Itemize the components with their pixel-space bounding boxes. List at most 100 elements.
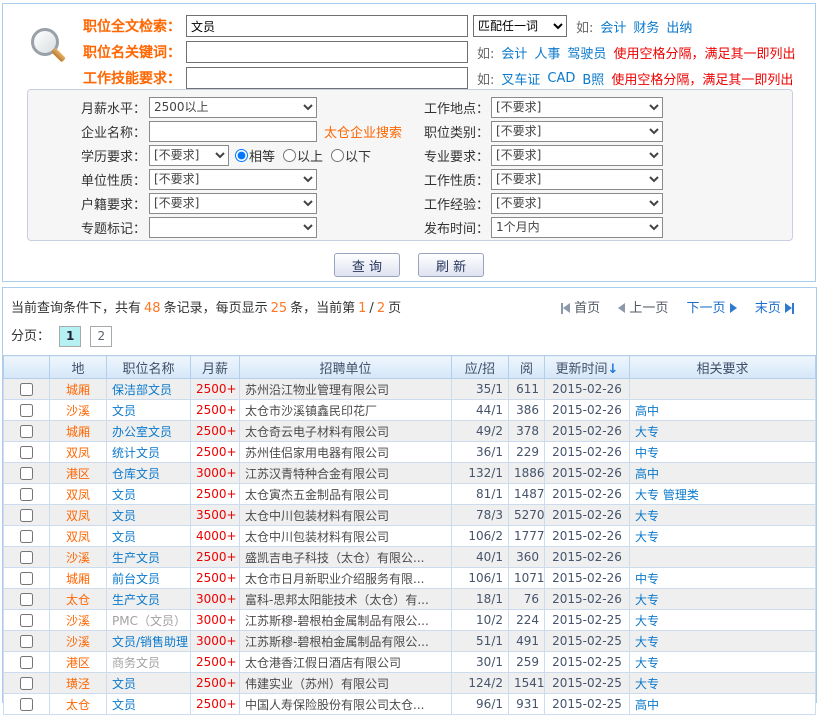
row-checkbox[interactable] [20, 425, 33, 438]
degree-radio-above[interactable] [283, 149, 296, 162]
job-title-link[interactable]: 文员 [112, 404, 136, 418]
salary-filter-label: 月薪水平： [28, 98, 146, 117]
degree-radio-0[interactable]: 相等 [235, 146, 275, 165]
pager-next[interactable]: 下一页 [687, 301, 737, 316]
unit-type-filter-label: 单位性质： [28, 170, 146, 189]
job-title-link[interactable]: 统计文员 [112, 446, 160, 460]
location-filter-label: 工作地点： [424, 98, 488, 117]
row-company: 太仓中川包装材料有限公司 [240, 526, 452, 547]
row-location: 港区 [50, 652, 107, 673]
skill-example-link-3[interactable]: B照 [582, 69, 604, 88]
topic-select[interactable] [149, 217, 317, 238]
row-requirements: 高中 [630, 694, 816, 715]
row-requirements: 中专 [630, 442, 816, 463]
row-checkbox[interactable] [20, 509, 33, 522]
row-salary: 2500+ [191, 652, 240, 673]
degree-radio-above-label: 以上 [297, 146, 323, 165]
job-title-link[interactable]: 文员 [112, 698, 136, 712]
job-title-link[interactable]: 文员 [112, 509, 136, 523]
unit-type-select[interactable]: [不要求] [149, 169, 317, 190]
company-search-link[interactable]: 太仓企业搜索 [324, 122, 402, 141]
keyword-example-link-3[interactable]: 驾驶员 [567, 43, 606, 62]
job-title-link[interactable]: 生产文员 [112, 551, 160, 565]
salary-select[interactable]: 2500以上 [149, 97, 317, 118]
company-filter-label: 企业名称： [28, 122, 146, 141]
category-select[interactable]: [不要求] [491, 121, 663, 142]
job-title-link[interactable]: 文员 [112, 677, 136, 691]
row-update-date: 2015-02-25 [545, 694, 630, 715]
fulltext-example-link-3[interactable]: 出纳 [666, 17, 692, 36]
location-select[interactable]: [不要求] [491, 97, 663, 118]
page-button-1[interactable]: 1 [59, 326, 81, 347]
header-update-time[interactable]: 更新时间↓ [545, 356, 630, 379]
results-tbody: 城厢 保洁部文员 2500+ 苏州沿江物业管理有限公司 35/1 611 201… [4, 379, 816, 715]
job-title-link[interactable]: 保洁部文员 [112, 383, 172, 397]
job-title-link[interactable]: PMC（文员） [112, 614, 186, 628]
keyword-example-link-1[interactable]: 会计 [501, 43, 527, 62]
row-views: 360 [509, 547, 545, 568]
row-company: 盛凯吉电子科技（太仓）有限公... [240, 547, 452, 568]
publish-time-select[interactable]: 1个月内 [491, 217, 663, 238]
row-checkbox[interactable] [20, 383, 33, 396]
row-company: 中国人寿保险股份有限公司太仓... [240, 694, 452, 715]
job-title-link[interactable]: 文员/销售助理 [112, 635, 188, 649]
pager-last[interactable]: 末页 [755, 301, 794, 316]
row-requirements: 大专 管理类 [630, 484, 816, 505]
row-checkbox[interactable] [20, 446, 33, 459]
job-title-link[interactable]: 商务文员 [112, 656, 160, 670]
page-separator: / [369, 301, 373, 316]
row-checkbox[interactable] [20, 614, 33, 627]
row-checkbox[interactable] [20, 467, 33, 480]
row-company: 太仓奇云电子材料有限公司 [240, 421, 452, 442]
experience-select[interactable]: [不要求] [491, 193, 663, 214]
keyword-example-link-2[interactable]: 人事 [534, 43, 560, 62]
row-checkbox[interactable] [20, 530, 33, 543]
row-checkbox[interactable] [20, 404, 33, 417]
header-company: 招聘单位 [240, 356, 452, 379]
page-button-2[interactable]: 2 [90, 326, 112, 347]
match-mode-select[interactable]: 匹配任一词 [473, 15, 567, 37]
degree-radio-1[interactable]: 以上 [283, 146, 323, 165]
job-title-link[interactable]: 仓库文员 [112, 467, 160, 481]
row-checkbox-cell [4, 589, 50, 610]
query-button[interactable]: 查 询 [334, 253, 400, 277]
job-title-link[interactable]: 前台文员 [112, 572, 160, 586]
residence-select[interactable]: [不要求] [149, 193, 317, 214]
degree-radio-below[interactable] [331, 149, 344, 162]
status-text-2: 条记录，每页显示 [164, 301, 268, 316]
row-apply-ratio: 35/1 [452, 379, 509, 400]
skill-search-input[interactable] [186, 67, 468, 89]
last-page-bar-icon [792, 303, 794, 314]
row-checkbox[interactable] [20, 551, 33, 564]
job-title-link[interactable]: 文员 [112, 530, 136, 544]
row-location: 双凤 [50, 442, 107, 463]
skill-example-link-2[interactable]: CAD [547, 71, 575, 86]
major-select[interactable]: [不要求] [491, 145, 663, 166]
row-checkbox[interactable] [20, 593, 33, 606]
row-checkbox[interactable] [20, 677, 33, 690]
company-name-input[interactable] [149, 121, 317, 142]
degree-radio-equal-label: 相等 [249, 146, 275, 165]
row-company: 太仓港香江假日酒店有限公司 [240, 652, 452, 673]
job-title-link[interactable]: 办公室文员 [112, 425, 172, 439]
job-title-link[interactable]: 生产文员 [112, 593, 160, 607]
row-update-date: 2015-02-26 [545, 421, 630, 442]
row-checkbox[interactable] [20, 656, 33, 669]
keyword-search-input[interactable] [186, 41, 468, 63]
row-company: 江苏斯穆-碧根柏金属制品有限公... [240, 631, 452, 652]
degree-select[interactable]: [不要求] [149, 145, 229, 166]
row-checkbox[interactable] [20, 572, 33, 585]
job-nature-select[interactable]: [不要求] [491, 169, 663, 190]
row-checkbox[interactable] [20, 635, 33, 648]
row-checkbox[interactable] [20, 488, 33, 501]
degree-radio-equal[interactable] [235, 149, 248, 162]
row-update-date: 2015-02-26 [545, 463, 630, 484]
refresh-button[interactable]: 刷 新 [418, 253, 484, 277]
fulltext-example-link-1[interactable]: 会计 [600, 17, 626, 36]
skill-example-link-1[interactable]: 叉车证 [501, 69, 540, 88]
row-checkbox[interactable] [20, 698, 33, 711]
fulltext-example-link-2[interactable]: 财务 [633, 17, 659, 36]
job-title-link[interactable]: 文员 [112, 488, 136, 502]
degree-radio-2[interactable]: 以下 [331, 146, 371, 165]
fulltext-search-input[interactable] [186, 15, 468, 37]
